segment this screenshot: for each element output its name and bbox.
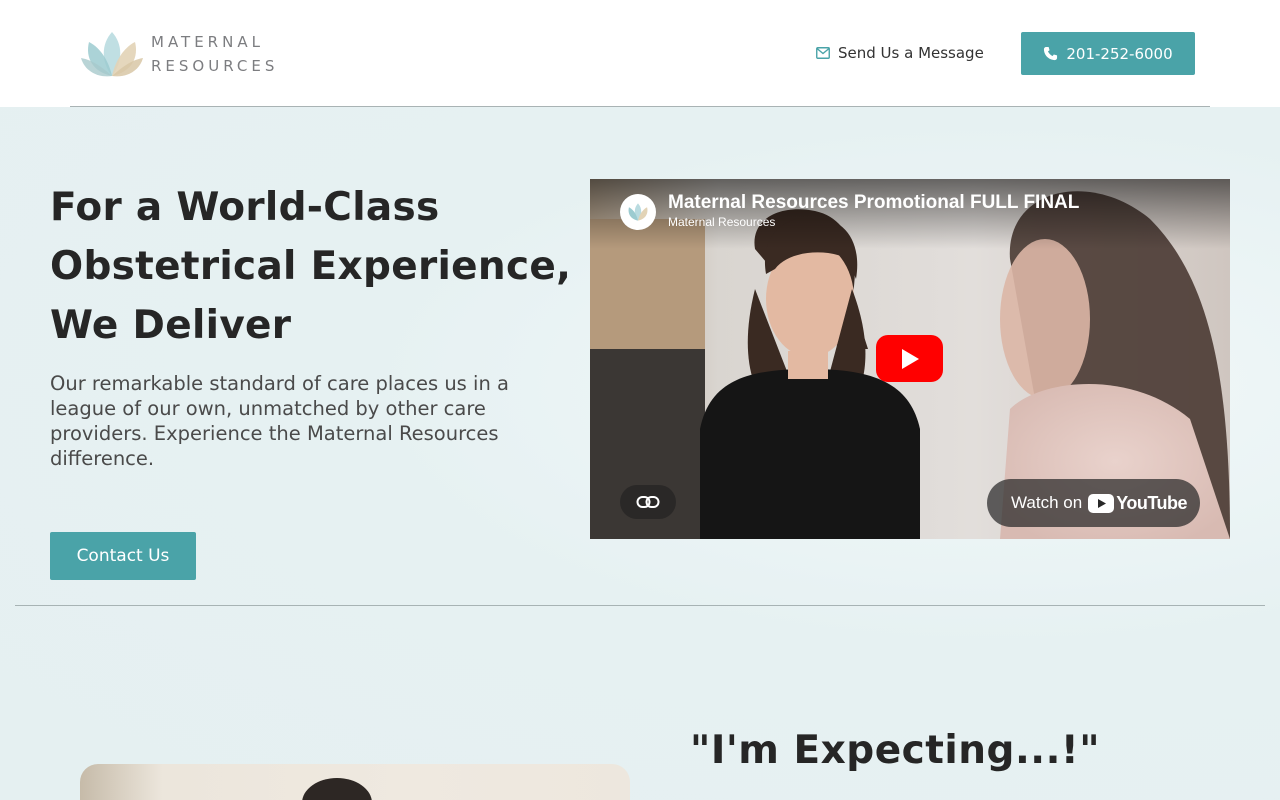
link-icon <box>636 496 660 508</box>
youtube-wordmark: YouTube <box>1116 492 1188 513</box>
video-title-overlay <box>590 179 1230 249</box>
site-header: MATERNAL RESOURCES Send Us a Message 201… <box>0 0 1280 107</box>
logo-wordmark: MATERNAL RESOURCES <box>151 30 278 78</box>
photo-subject <box>302 778 372 800</box>
hero-description: Our remarkable standard of care places u… <box>50 372 509 470</box>
expecting-heading: "I'm Expecting...!" <box>690 728 1101 773</box>
watch-on-label: Watch on <box>1011 493 1083 512</box>
youtube-icon <box>1088 493 1115 513</box>
lotus-icon <box>81 32 143 77</box>
phone-button[interactable]: 201-252-6000 <box>1021 32 1195 75</box>
envelope-icon <box>816 47 830 59</box>
lotus-icon <box>628 203 648 221</box>
contact-us-button[interactable]: Contact Us <box>50 532 196 580</box>
site-logo[interactable]: MATERNAL RESOURCES <box>79 28 278 80</box>
section-divider <box>15 605 1265 606</box>
copy-link-button[interactable] <box>620 485 676 519</box>
channel-avatar[interactable] <box>620 194 656 230</box>
send-message-link[interactable]: Send Us a Message <box>816 42 984 64</box>
logo-line-2: RESOURCES <box>151 57 279 75</box>
phone-label: 201-252-6000 <box>1066 44 1173 63</box>
hero-title: For a World-Class Obstetrical Experience… <box>50 185 572 348</box>
video-title[interactable]: Maternal Resources Promotional FULL FINA… <box>668 192 1079 214</box>
send-message-label: Send Us a Message <box>838 44 984 62</box>
watch-on-youtube-button[interactable]: Watch on YouTube <box>987 479 1200 527</box>
video-channel-name: Maternal Resources <box>668 215 776 229</box>
logo-line-1: MATERNAL <box>151 33 264 51</box>
expecting-photo <box>80 764 630 800</box>
youtube-logo: YouTube <box>1088 492 1188 514</box>
play-icon <box>901 348 919 369</box>
play-button[interactable] <box>876 335 943 382</box>
phone-icon <box>1044 46 1058 61</box>
video-player[interactable]: Maternal Resources Promotional FULL FINA… <box>590 179 1230 539</box>
